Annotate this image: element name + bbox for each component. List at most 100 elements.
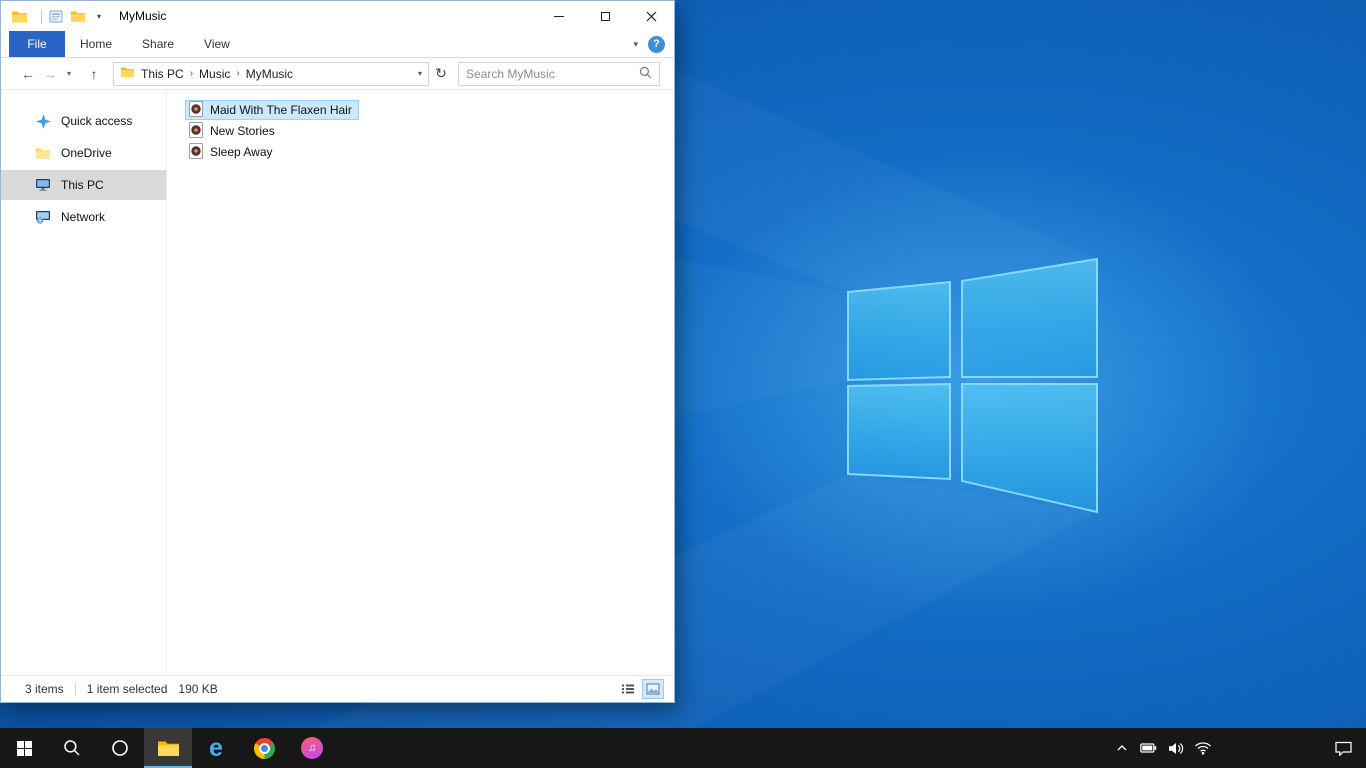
windows-start-icon xyxy=(16,740,32,756)
sidebar-item-quick-access[interactable]: Quick access xyxy=(1,106,166,136)
address-folder-icon xyxy=(120,66,135,81)
status-divider xyxy=(74,681,76,697)
status-selection-size: 190 KB xyxy=(178,682,218,696)
close-icon xyxy=(646,11,656,21)
file-list[interactable]: Maid With The Flaxen Hair New Stories Sl… xyxy=(167,90,674,675)
system-tray xyxy=(1108,728,1366,768)
titlebar: ▾ MyMusic xyxy=(1,1,674,31)
audio-file-icon xyxy=(188,142,204,162)
explorer-window: ▾ MyMusic File Home Share View ▾ ? ← → ▾… xyxy=(0,0,675,703)
titlebar-divider xyxy=(41,8,42,24)
this-pc-icon xyxy=(35,178,51,192)
volume-button[interactable] xyxy=(1162,728,1189,768)
window-title: MyMusic xyxy=(119,9,167,23)
taskbar-itunes-button[interactable]: ♫ xyxy=(288,728,336,768)
chrome-icon xyxy=(253,737,275,759)
ribbon-tabs: File Home Share View ▾ ? xyxy=(1,31,674,58)
file-item[interactable]: Sleep Away xyxy=(185,142,280,162)
file-name: Sleep Away xyxy=(210,145,273,159)
minimize-icon xyxy=(554,15,564,17)
audio-file-icon xyxy=(188,121,204,141)
desktop: ▾ MyMusic File Home Share View ▾ ? ← → ▾… xyxy=(0,0,1366,768)
action-center-button[interactable] xyxy=(1320,728,1366,768)
sidebar-item-this-pc[interactable]: This PC xyxy=(1,170,166,200)
expand-ribbon-chevron-icon[interactable]: ▾ xyxy=(633,39,638,50)
file-item[interactable]: New Stories xyxy=(185,121,282,141)
file-name: Maid With The Flaxen Hair xyxy=(210,103,352,117)
sidebar-item-label: Quick access xyxy=(61,114,133,128)
up-button[interactable]: ↑ xyxy=(83,66,105,82)
qat-new-folder-icon[interactable] xyxy=(70,10,86,23)
maximize-icon xyxy=(600,11,610,21)
details-view-button[interactable] xyxy=(617,679,639,699)
help-icon[interactable]: ? xyxy=(648,35,665,53)
tab-file[interactable]: File xyxy=(9,31,65,57)
qat-customize-chevron-icon[interactable]: ▾ xyxy=(97,12,101,21)
sidebar-item-label: Network xyxy=(61,210,106,224)
speaker-icon xyxy=(1168,742,1183,754)
details-view-icon xyxy=(622,684,634,694)
sidebar-item-onedrive[interactable]: OneDrive xyxy=(1,138,166,168)
onedrive-folder-icon xyxy=(35,147,51,160)
large-icons-view-icon xyxy=(646,683,660,695)
tray-spacer xyxy=(1216,728,1320,768)
address-row: ← → ▾ ↑ This PC › Music › MyMusic ▾ ↻ xyxy=(1,58,674,90)
status-item-count: 3 items xyxy=(25,682,64,696)
battery-icon xyxy=(1140,743,1157,753)
search-icon xyxy=(639,66,652,82)
tab-view[interactable]: View xyxy=(189,31,245,57)
search-input[interactable] xyxy=(466,66,639,81)
window-folder-icon xyxy=(11,9,28,23)
breadcrumb-separator-icon: › xyxy=(236,68,240,79)
start-button[interactable] xyxy=(0,728,48,768)
status-selection: 1 item selected xyxy=(86,682,168,696)
taskbar: e ♫ xyxy=(0,728,1366,768)
close-button[interactable] xyxy=(628,1,674,31)
cortana-icon xyxy=(112,740,128,756)
cortana-button[interactable] xyxy=(96,728,144,768)
hidden-icons-button[interactable] xyxy=(1108,728,1135,768)
view-toggles xyxy=(617,679,664,699)
forward-button[interactable]: → xyxy=(39,66,61,82)
recent-locations-chevron-icon[interactable]: ▾ xyxy=(61,69,77,78)
qat-properties-icon[interactable] xyxy=(49,10,63,23)
address-dropdown-chevron-icon[interactable]: ▾ xyxy=(418,69,422,78)
status-bar: 3 items 1 item selected 190 KB xyxy=(1,675,674,702)
back-button[interactable]: ← xyxy=(17,66,39,82)
search-icon xyxy=(64,740,80,756)
wifi-icon xyxy=(1194,742,1211,755)
maximize-button[interactable] xyxy=(582,1,628,31)
windows-logo xyxy=(847,257,1098,514)
quick-access-star-icon xyxy=(35,113,51,129)
network-icon xyxy=(35,210,51,224)
file-item[interactable]: Maid With The Flaxen Hair xyxy=(185,100,359,120)
file-name: New Stories xyxy=(210,124,275,138)
breadcrumb-separator-icon: › xyxy=(189,68,194,79)
window-controls xyxy=(536,1,674,31)
network-button[interactable] xyxy=(1189,728,1216,768)
address-bar[interactable]: This PC › Music › MyMusic ▾ xyxy=(113,61,429,86)
sidebar-item-label: OneDrive xyxy=(61,146,112,160)
taskbar-search-button[interactable] xyxy=(48,728,96,768)
taskbar-file-explorer-button[interactable] xyxy=(144,728,192,768)
sidebar-item-label: This PC xyxy=(61,178,104,192)
itunes-icon: ♫ xyxy=(301,737,323,759)
breadcrumb-this-pc[interactable]: This PC xyxy=(141,67,184,81)
breadcrumb-mymusic[interactable]: MyMusic xyxy=(246,67,293,81)
minimize-button[interactable] xyxy=(536,1,582,31)
edge-icon: e xyxy=(209,733,223,762)
taskbar-edge-button[interactable]: e xyxy=(192,728,240,768)
taskbar-chrome-button[interactable] xyxy=(240,728,288,768)
navigation-pane: Quick access OneDrive This PC Network xyxy=(1,90,167,675)
tab-share[interactable]: Share xyxy=(127,31,189,57)
refresh-button[interactable]: ↻ xyxy=(429,65,453,82)
audio-file-icon xyxy=(188,100,204,120)
file-explorer-icon xyxy=(157,741,179,756)
battery-button[interactable] xyxy=(1135,728,1162,768)
action-center-icon xyxy=(1334,741,1352,756)
chevron-up-icon xyxy=(1117,745,1126,751)
tab-home[interactable]: Home xyxy=(65,31,127,57)
breadcrumb-music[interactable]: Music xyxy=(199,67,230,81)
sidebar-item-network[interactable]: Network xyxy=(1,202,166,232)
large-icons-view-button[interactable] xyxy=(642,679,664,699)
